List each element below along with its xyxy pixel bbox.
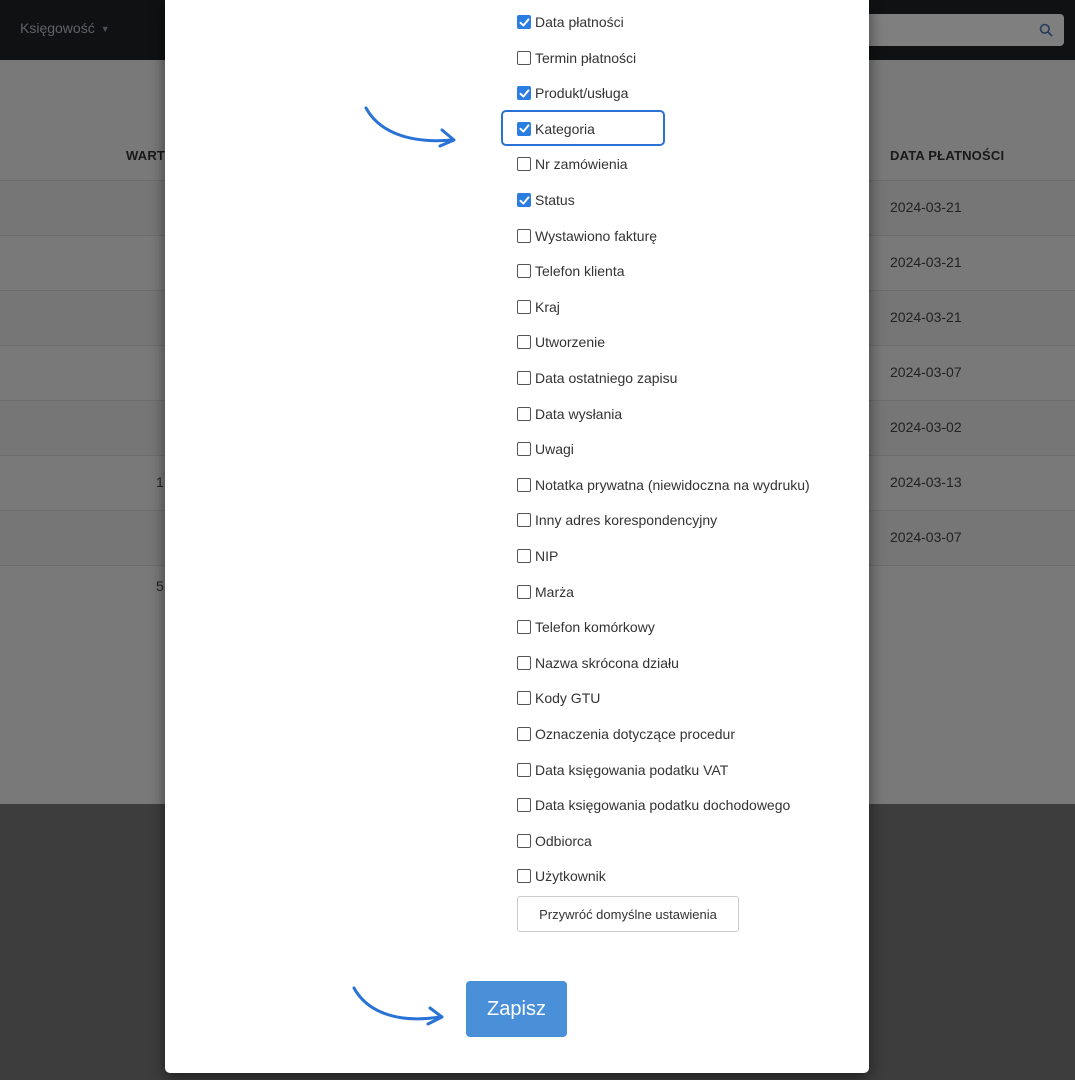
checkbox[interactable] xyxy=(517,869,531,884)
column-option-label: Użytkownik xyxy=(535,868,606,885)
column-option-label: Status xyxy=(535,192,575,208)
checkbox[interactable] xyxy=(517,549,531,563)
checkbox[interactable] xyxy=(517,620,531,635)
column-option-label: Odbiorca xyxy=(535,832,592,849)
checkbox[interactable] xyxy=(517,727,531,741)
column-option-data-wyslania[interactable]: Data wysłania xyxy=(517,404,622,424)
column-option-label: NIP xyxy=(535,548,559,564)
checkbox[interactable] xyxy=(517,798,531,813)
column-option-label: Data ostatniego zapisu xyxy=(535,370,678,386)
column-option-label: Produkt/usługa xyxy=(535,85,629,102)
checkbox[interactable] xyxy=(517,15,531,29)
column-option-status[interactable]: Status xyxy=(517,190,575,210)
column-option-label: Telefon klienta xyxy=(535,263,625,280)
column-option-label: Data wysłania xyxy=(535,405,623,422)
checkmark-icon xyxy=(519,89,529,98)
column-option-data-platnosci[interactable]: Data płatności xyxy=(517,12,624,32)
column-option-label: Termin płatności xyxy=(535,49,637,66)
column-option-telefon-komorkowy[interactable]: Telefon komórkowy xyxy=(517,617,655,637)
checkmark-icon xyxy=(519,17,529,26)
column-option-label: Marża xyxy=(535,583,574,600)
checkbox[interactable] xyxy=(517,655,531,670)
checkbox[interactable] xyxy=(517,264,531,279)
column-option-nip[interactable]: NIP xyxy=(517,546,558,566)
checkbox[interactable] xyxy=(517,762,531,777)
checkbox[interactable] xyxy=(517,584,531,599)
highlight-box xyxy=(501,110,665,146)
column-option-data-ksiegowania-podatku-dochodowego[interactable]: Data księgowania podatku dochodowego xyxy=(517,795,790,815)
column-option-label: Nazwa skrócona działu xyxy=(535,654,679,671)
column-option-nazwa-skrocona-dzialu[interactable]: Nazwa skrócona działu xyxy=(517,653,679,673)
column-option-uwagi[interactable]: Uwagi xyxy=(517,439,574,459)
curved-arrow-icon xyxy=(352,986,444,1026)
column-option-kody-gtu[interactable]: Kody GTU xyxy=(517,688,600,708)
column-option-kraj[interactable]: Kraj xyxy=(517,297,560,317)
checkbox[interactable] xyxy=(517,299,531,314)
column-option-label: Data płatności xyxy=(535,14,624,30)
checkbox[interactable] xyxy=(517,193,531,207)
save-button[interactable]: Zapisz xyxy=(466,981,567,1037)
column-option-label: Nr zamówienia xyxy=(535,156,628,173)
column-option-odbiorca[interactable]: Odbiorca xyxy=(517,831,592,851)
column-option-label: Inny adres korespondencyjny xyxy=(535,512,718,529)
column-option-nr-zamowienia[interactable]: Nr zamówienia xyxy=(517,154,628,174)
column-option-telefon-klienta[interactable]: Telefon klienta xyxy=(517,261,625,281)
column-option-notatka-prywatna-niewidoczna-na-wydruku[interactable]: Notatka prywatna (niewidoczna na wydruku… xyxy=(517,475,810,495)
column-option-marza[interactable]: Marża xyxy=(517,582,574,602)
column-option-produkt-usluga[interactable]: Produkt/usługa xyxy=(517,83,628,103)
column-option-data-ksiegowania-podatku-vat[interactable]: Data księgowania podatku VAT xyxy=(517,760,728,780)
checkbox[interactable] xyxy=(517,228,531,243)
checkbox[interactable] xyxy=(517,833,531,848)
restore-defaults-button[interactable]: Przywróć domyślne ustawienia xyxy=(517,896,739,932)
column-option-utworzenie[interactable]: Utworzenie xyxy=(517,332,605,352)
checkbox[interactable] xyxy=(517,335,531,350)
column-option-inny-adres-korespondencyjny[interactable]: Inny adres korespondencyjny xyxy=(517,510,717,530)
column-option-label: Data księgowania podatku dochodowego xyxy=(535,797,791,814)
column-option-wystawiono-fakture[interactable]: Wystawiono fakturę xyxy=(517,226,657,246)
column-option-uzytkownik[interactable]: Użytkownik xyxy=(517,866,606,886)
checkbox[interactable] xyxy=(517,406,531,421)
column-option-label: Utworzenie xyxy=(535,334,606,351)
column-option-label: Data księgowania podatku VAT xyxy=(535,761,729,778)
curved-arrow-icon xyxy=(364,106,456,148)
checkbox[interactable] xyxy=(517,50,531,65)
checkmark-icon xyxy=(519,195,529,204)
column-option-label: Telefon komórkowy xyxy=(535,619,655,636)
checkbox[interactable] xyxy=(517,442,531,457)
column-option-label: Oznaczenia dotyczące procedur xyxy=(535,726,735,742)
checkbox[interactable] xyxy=(517,371,531,385)
column-option-data-ostatniego-zapisu[interactable]: Data ostatniego zapisu xyxy=(517,368,677,388)
column-option-label: Notatka prywatna (niewidoczna na wydruku… xyxy=(535,476,810,493)
checkbox[interactable] xyxy=(517,513,531,528)
column-option-label: Kody GTU xyxy=(535,690,601,707)
column-option-label: Uwagi xyxy=(535,441,574,458)
checkbox[interactable] xyxy=(517,477,531,492)
column-option-label: Wystawiono fakturę xyxy=(535,227,658,244)
checkbox[interactable] xyxy=(517,86,531,101)
column-settings-modal: Data płatności Termin płatności Produkt/us… xyxy=(165,0,869,1073)
checkbox[interactable] xyxy=(517,691,531,706)
column-option-label: Kraj xyxy=(535,298,560,315)
checkbox[interactable] xyxy=(517,157,531,172)
column-option-termin-platnosci[interactable]: Termin płatności xyxy=(517,48,636,68)
column-option-oznaczenia-dotyczace-procedur[interactable]: Oznaczenia dotyczące procedur xyxy=(517,724,735,744)
